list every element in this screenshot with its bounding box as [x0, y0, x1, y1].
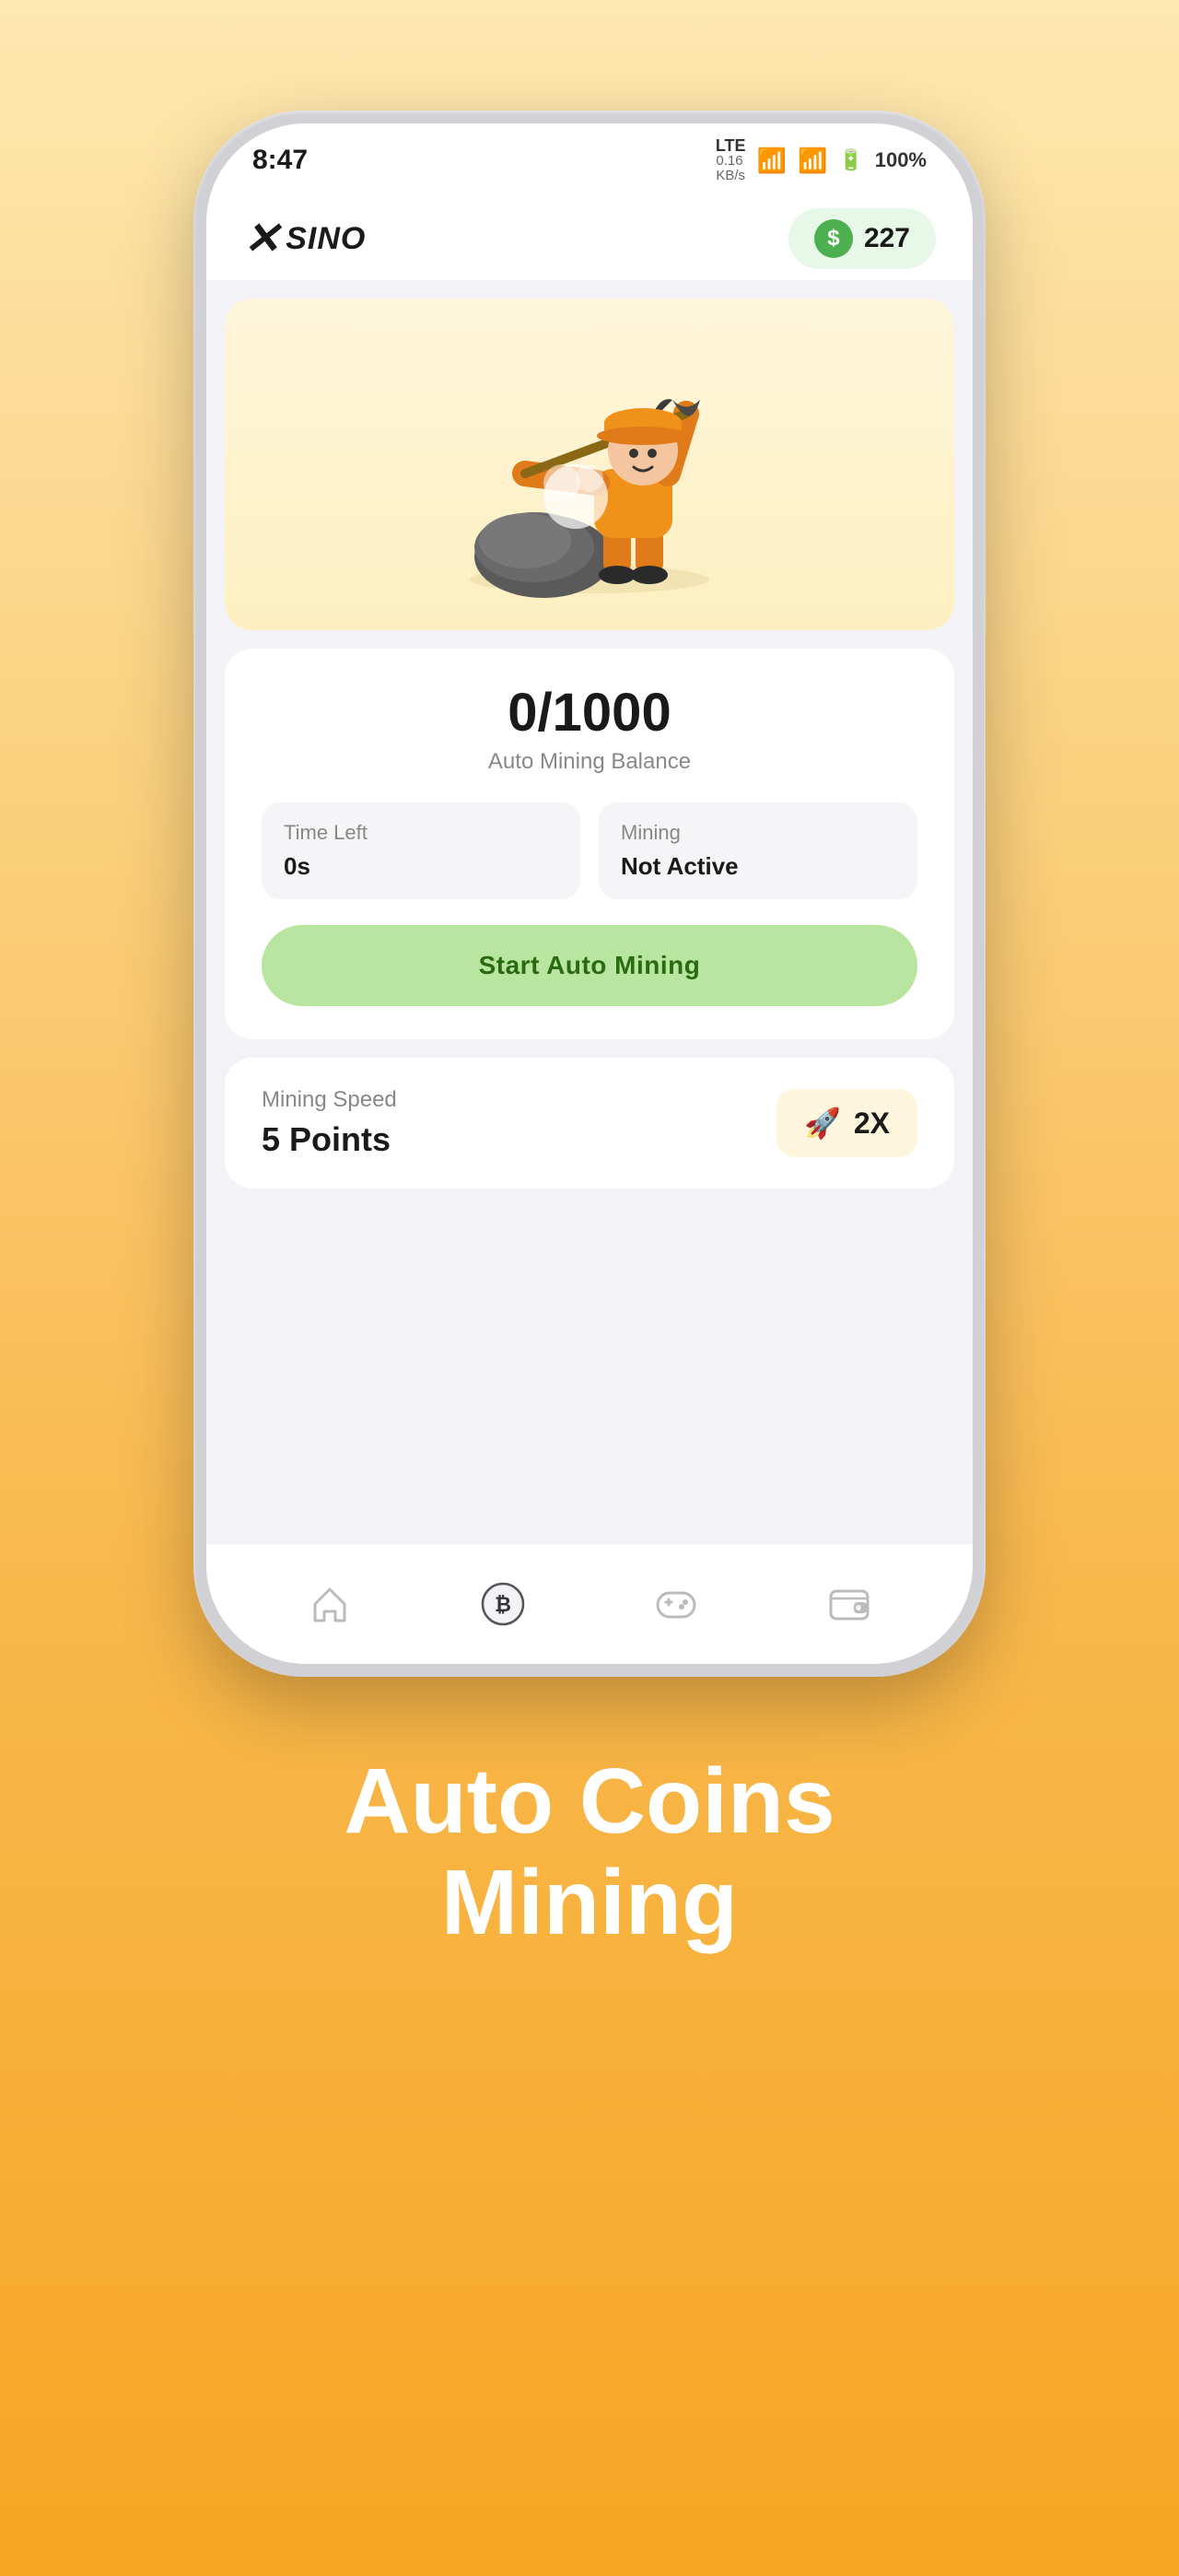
- phone-outer-shell: 8:47 LTE 0.16KB/s 📶 📶 🔋 100% ✕ SINO: [193, 111, 986, 1677]
- balance-fraction: 0/1000: [262, 682, 917, 744]
- app-header: ✕ SINO $ 227: [206, 197, 973, 280]
- battery-icon: 🔋: [838, 148, 863, 172]
- nav-item-home[interactable]: [284, 1567, 376, 1641]
- mining-balance: 0/1000 Auto Mining Balance: [262, 682, 917, 775]
- phone-inner: 8:47 LTE 0.16KB/s 📶 📶 🔋 100% ✕ SINO: [206, 123, 973, 1664]
- balance-amount: 227: [864, 223, 910, 254]
- lte-icon: LTE: [716, 137, 746, 154]
- mining-status-value: Not Active: [621, 852, 895, 881]
- stats-card: 0/1000 Auto Mining Balance Time Left 0s …: [225, 649, 954, 1039]
- battery-percent: 100%: [875, 148, 927, 172]
- logo-sino-text: SINO: [286, 221, 366, 257]
- wifi-icon: 📶: [757, 146, 787, 175]
- dollar-icon: $: [814, 219, 853, 258]
- mining-illustration: [225, 299, 954, 630]
- speed-info: Mining Speed 5 Points: [262, 1087, 397, 1159]
- footer-text: Auto Coins Mining: [344, 1751, 835, 1953]
- speed-label: Mining Speed: [262, 1087, 397, 1113]
- miner-svg: [433, 331, 746, 598]
- speed-value: 5 Points: [262, 1120, 397, 1159]
- time-left-value: 0s: [284, 852, 558, 881]
- speed-boost-badge[interactable]: 🚀 2X: [776, 1089, 917, 1157]
- empty-content-area: [206, 1207, 973, 1544]
- signal-icon: 📶: [798, 146, 827, 175]
- home-icon: [309, 1584, 350, 1624]
- mining-status-box: Mining Not Active: [599, 802, 917, 899]
- wallet-icon: [828, 1584, 870, 1624]
- balance-badge: $ 227: [788, 208, 936, 269]
- boost-label: 2X: [854, 1107, 890, 1141]
- mining-status-label: Mining: [621, 821, 895, 845]
- bottom-navigation: ₿: [206, 1544, 973, 1664]
- phone-frame: 8:47 LTE 0.16KB/s 📶 📶 🔋 100% ✕ SINO: [193, 111, 986, 1677]
- nav-item-games[interactable]: [630, 1567, 722, 1641]
- app-logo: ✕ SINO: [243, 213, 366, 264]
- status-time: 8:47: [252, 145, 308, 176]
- footer-line2: Mining: [344, 1852, 835, 1953]
- balance-label: Auto Mining Balance: [262, 749, 917, 775]
- rocket-icon: 🚀: [804, 1106, 841, 1141]
- status-bar: 8:47 LTE 0.16KB/s 📶 📶 🔋 100%: [206, 123, 973, 197]
- time-left-box: Time Left 0s: [262, 802, 580, 899]
- bitcoin-cloud-icon: ₿: [480, 1581, 526, 1627]
- time-left-label: Time Left: [284, 821, 558, 845]
- nav-item-wallet[interactable]: [803, 1567, 895, 1641]
- main-content: 0/1000 Auto Mining Balance Time Left 0s …: [206, 280, 973, 1664]
- logo-x-icon: ✕: [243, 213, 278, 264]
- svg-text:₿: ₿: [495, 1593, 511, 1616]
- speed-text: 0.16KB/s: [716, 154, 745, 184]
- time-mining-row: Time Left 0s Mining Not Active: [262, 802, 917, 899]
- nav-item-mining[interactable]: ₿: [457, 1567, 549, 1641]
- gamepad-icon: [654, 1584, 698, 1624]
- status-icons: LTE 0.16KB/s 📶 📶 🔋 100%: [716, 137, 927, 184]
- footer-line1: Auto Coins: [344, 1751, 835, 1852]
- start-mining-button[interactable]: Start Auto Mining: [262, 925, 917, 1006]
- speed-card: Mining Speed 5 Points 🚀 2X: [225, 1058, 954, 1188]
